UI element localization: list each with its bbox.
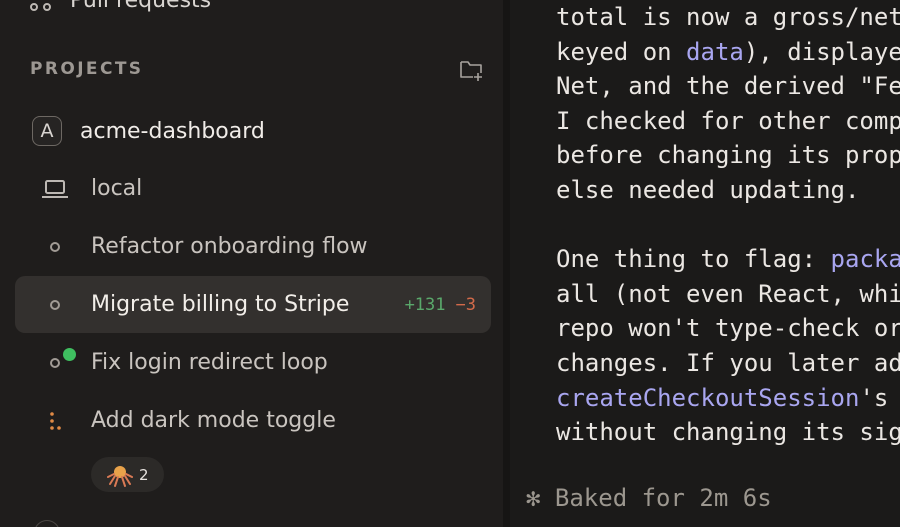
terminal-output: total is now a gross/net keyed on data), …: [556, 0, 900, 450]
new-project-button[interactable]: [457, 55, 485, 83]
agent-icon: [107, 465, 133, 487]
code-token: createCheckoutSession: [556, 383, 860, 412]
sidebar-item-label: Refactor onboarding flow: [91, 234, 368, 259]
sidebar-item-label: Migrate billing to Stripe: [91, 292, 350, 317]
project-name: acme-dashboard: [80, 118, 265, 144]
sidebar-item-local[interactable]: local: [15, 160, 491, 217]
project-avatar: A: [32, 116, 62, 146]
agent-count: 2: [139, 465, 149, 484]
terminal-text: before changing its prop: [556, 141, 900, 170]
dots-icon: [41, 407, 69, 435]
terminal-line: One thing to flag: packa: [556, 242, 900, 277]
terminal-text: ), displaye: [743, 37, 900, 66]
terminal-line: Net, and the derived "Fe: [556, 69, 900, 104]
sidebar-item-pull-requests[interactable]: Pull requests: [28, 0, 211, 14]
sidebar-item-label: Add dark mode toggle: [91, 408, 336, 433]
code-token: packa: [830, 245, 900, 274]
terminal-line: createCheckoutSession's: [556, 381, 900, 416]
terminal-line: I checked for other comp: [556, 104, 900, 139]
terminal-panel: total is now a gross/net keyed on data), …: [510, 0, 900, 527]
terminal-text: total is now a gross/net: [556, 3, 900, 31]
terminal-line: else needed updating.: [556, 173, 900, 208]
terminal-line: keyed on data), displaye: [556, 35, 900, 70]
terminal-text: all (not even React, whi: [556, 279, 900, 308]
ring-icon: [41, 291, 69, 319]
terminal-text: repo won't type-check or: [556, 314, 900, 343]
pull-request-icon: [30, 3, 51, 11]
diff-additions: +131: [404, 294, 446, 315]
sidebar-item-label: local: [91, 176, 143, 201]
terminal-text: One thing to flag:: [556, 245, 831, 274]
status-dot: [63, 348, 76, 361]
ring-icon: [41, 233, 69, 261]
terminal-line: before changing its prop: [556, 138, 900, 173]
terminal-line: total is now a gross/net: [556, 0, 900, 35]
terminal-text: keyed on: [556, 37, 687, 66]
sidebar-item-refactor-onboarding[interactable]: Refactor onboarding flow: [15, 218, 491, 275]
terminal-text: without changing its sig: [556, 418, 900, 447]
terminal-text: I checked for other comp: [556, 106, 900, 135]
sidebar: Pull requests PROJECTS A acme-dashboard …: [0, 0, 503, 527]
folder-add-icon: [460, 61, 482, 81]
code-token: data: [686, 37, 744, 66]
terminal-text: 's: [859, 383, 889, 412]
status-line: ✻ Baked for 2m 6s: [526, 484, 772, 512]
terminal-text: else needed updating.: [556, 175, 860, 204]
diff-stats: +131 −3: [405, 295, 476, 315]
terminal-text: Net, and the derived "Fe: [556, 72, 900, 101]
avatar[interactable]: [34, 520, 60, 527]
diff-deletions: −3: [455, 294, 476, 315]
terminal-line: changes. If you later ad: [556, 346, 900, 381]
terminal-text: changes. If you later ad: [556, 348, 900, 377]
sidebar-item-dark-mode[interactable]: Add dark mode toggle: [15, 392, 491, 449]
project-acme-dashboard[interactable]: A acme-dashboard: [32, 114, 265, 148]
sidebar-item-migrate-billing[interactable]: Migrate billing to Stripe +131 −3: [15, 276, 491, 333]
terminal-line: repo won't type-check or: [556, 311, 900, 346]
terminal-line: all (not even React, whi: [556, 277, 900, 312]
panel-divider[interactable]: [503, 0, 510, 527]
sidebar-item-label: Pull requests: [70, 0, 212, 13]
projects-header: PROJECTS: [30, 56, 485, 82]
terminal-line: without changing its sig: [556, 415, 900, 450]
sidebar-item-label: Fix login redirect loop: [91, 350, 328, 375]
laptop-icon: [41, 175, 69, 203]
agent-chip[interactable]: 2: [91, 457, 164, 492]
sidebar-item-fix-login[interactable]: Fix login redirect loop: [15, 334, 491, 391]
projects-title: PROJECTS: [30, 59, 144, 79]
